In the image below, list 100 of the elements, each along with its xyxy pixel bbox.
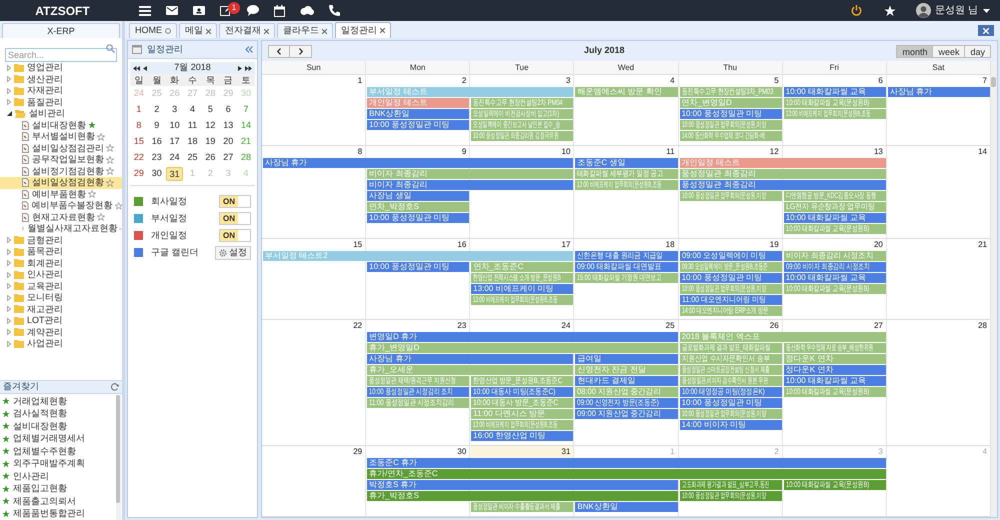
calendar-event[interactable]: 10:00 대동사 방문_조동준C xyxy=(471,398,574,408)
calendar-event[interactable]: 15:00 태화칼파씰 기정원 대면보고 xyxy=(575,272,678,283)
calendar-event[interactable]: 동산화학 우수업체 자료 송부_배성한위원 xyxy=(784,343,886,354)
calendar-event[interactable]: 사장님 휴가 xyxy=(888,87,990,97)
calendar-event[interactable]: 풍성정밀관 최종감리 xyxy=(680,180,886,190)
calendar-event[interactable]: 오성일렉에이 중간보고서 날인본 접수_송 xyxy=(471,120,574,130)
calendar-day[interactable]: 11 xyxy=(184,119,201,133)
calendar-event[interactable]: 태화칼파씰 세부평가 일정 공고 xyxy=(575,168,678,179)
calendar-event[interactable]: 13:00 비에프케이 미팅 xyxy=(471,284,574,294)
star-outline-icon[interactable] xyxy=(114,202,122,210)
calendar-day[interactable]: 17 xyxy=(166,135,184,149)
calendar-day[interactable]: 16 xyxy=(148,135,166,149)
calendar-event[interactable]: 신영전자 잔금 전달 xyxy=(575,365,678,376)
calendar-event[interactable]: 10:00 태화칼파씰 교육(문성원B) xyxy=(784,98,886,108)
calendar-day[interactable]: 19 xyxy=(202,135,219,149)
star-outline-icon[interactable] xyxy=(97,213,105,222)
calendar-event[interactable]: 해운엠에스씨 방문 확인 xyxy=(575,87,678,97)
tree-item[interactable]: 설비일상점검현황 xyxy=(0,177,122,188)
tree-item[interactable]: 재고관리 xyxy=(0,304,122,315)
calendar-event[interactable]: 10:00 풍성정밀관 시정감리 조치 xyxy=(367,387,470,398)
favorite-item[interactable]: 업체별거래명세서 xyxy=(0,432,116,445)
calendar-event[interactable]: 09:00 오성일렉에이 미팅 xyxy=(680,250,782,261)
calendar-day[interactable]: 10 xyxy=(166,119,184,133)
calendar-event[interactable]: 오성일렉에이 비전검사장비 입고(1차) xyxy=(471,109,574,119)
calendar-day[interactable]: 13 xyxy=(220,119,237,133)
tree-item[interactable]: 생산관리 xyxy=(0,74,122,85)
star-outline-icon[interactable] xyxy=(106,156,114,164)
calendar-event[interactable]: 10:00 대동사 미팅(조동준C) xyxy=(471,387,574,398)
calendar-event[interactable]: 비이자 최종감리 xyxy=(367,180,574,190)
calendar-event[interactable]: 10:00 풍성정밀관 미팅 xyxy=(680,109,782,119)
calendar-day[interactable]: 3 xyxy=(166,103,184,117)
calendar-event[interactable]: 조동준C 생일 xyxy=(575,158,678,168)
calendar-event[interactable]: 10:00 풍성정밀관 업무회의(문성원,이양 xyxy=(680,190,782,201)
tab[interactable]: HOME xyxy=(129,23,177,38)
calendar-event[interactable]: 급여일 xyxy=(575,354,678,364)
calendar-event[interactable]: 글로벌화과제 결과 발표_태화칼파씰 xyxy=(680,343,782,354)
calendar-event[interactable]: 사장님 휴가 xyxy=(263,158,574,168)
calendar-event[interactable]: 풍성정밀관 스마트공장컨설팅 신청서 제출 xyxy=(680,365,782,376)
calendar-event[interactable]: 10:00 태화칼파씰 교육(문성원B) xyxy=(784,387,886,398)
tree-item[interactable]: 회계관리 xyxy=(0,258,122,269)
avatar-icon[interactable] xyxy=(916,3,932,18)
star-outline-icon[interactable] xyxy=(119,224,122,233)
scrollbar[interactable] xyxy=(116,395,121,520)
calendar-event[interactable]: 개인일정 테스트 xyxy=(367,98,470,108)
last-page-icon[interactable] xyxy=(245,66,252,70)
calendar-day[interactable]: 23 xyxy=(148,151,166,165)
calendar-day[interactable]: 21 xyxy=(238,135,255,149)
favorite-item[interactable]: 설비대장현황 xyxy=(0,420,116,432)
calendar-day[interactable]: 24 xyxy=(166,151,184,165)
calendar-event[interactable]: 풍성정밀관,비이자 검수확인서 원본 우편 xyxy=(680,376,782,386)
calendar-event[interactable]: 14:00 동산화학 우수업체 코디 간담회-배 xyxy=(680,131,782,141)
calendar-event[interactable]: 사장님 휴가 xyxy=(367,354,574,364)
calendar-day[interactable]: 2 xyxy=(148,103,166,117)
cloud-icon[interactable] xyxy=(300,6,314,15)
calendar-event[interactable]: 10:00 풍성정밀관 미팅 xyxy=(680,398,782,408)
calendar-event[interactable]: 08:00 지원산업 중간감리 xyxy=(575,387,678,398)
expanded-arrow-icon[interactable] xyxy=(7,111,12,116)
calendar-event[interactable]: 10:00 풍성정밀관 업무회의(문성원,이양 xyxy=(680,409,782,420)
calendar-event[interactable]: 10:00 풍성정밀관 미팅 xyxy=(680,272,782,283)
tree-item[interactable]: 교육관리 xyxy=(0,280,122,292)
calendar-event[interactable]: 10:00 태화칼파씰 교육 xyxy=(784,87,886,97)
calendar-event[interactable]: 고도화과제 평가결과 발표_삼부고무,동진 xyxy=(680,480,782,490)
tab[interactable]: 일정관리 xyxy=(335,22,391,38)
view-button[interactable]: day xyxy=(965,44,991,58)
previous-button[interactable] xyxy=(268,44,290,58)
calendar-event[interactable]: 연차_변영일D xyxy=(680,98,782,108)
star-outline-icon[interactable] xyxy=(88,190,96,198)
next-icon[interactable] xyxy=(238,66,242,70)
calendar-event[interactable]: 09:00 신영전자 방문(조동준) xyxy=(575,398,678,408)
calendar-event[interactable]: 14:00 비이자 미팅 xyxy=(680,420,782,430)
tree-item[interactable]: 설비일상점검관리 xyxy=(0,142,122,154)
calendar-day[interactable]: 9 xyxy=(148,119,166,133)
tab[interactable]: 전자결재 xyxy=(219,23,275,38)
tree-item[interactable]: 예비부품수불장현황 xyxy=(0,200,122,212)
calendar-event[interactable]: 09:00 지원산업 중간감리 xyxy=(575,409,678,420)
tree-item[interactable]: 영업관리 xyxy=(0,62,122,74)
star-icon[interactable] xyxy=(884,4,896,16)
pin-icon[interactable] xyxy=(165,28,171,34)
calendar-event[interactable]: 한영산업 방문_문성원B,조동준C xyxy=(471,376,574,386)
tree-item[interactable]: 품목관리 xyxy=(0,246,122,258)
calendar-event[interactable]: 풍성정밀관 최종감리 xyxy=(680,168,886,179)
calendar-day[interactable]: 31 xyxy=(166,167,184,181)
star-outline-icon[interactable] xyxy=(106,144,114,152)
tree-item[interactable]: 품질관리 xyxy=(0,96,122,108)
search-field[interactable]: Search... xyxy=(5,48,117,62)
calendar-day[interactable]: 22 xyxy=(130,151,148,165)
toggle-switch[interactable]: ON xyxy=(219,229,251,242)
mail-icon[interactable] xyxy=(166,6,178,15)
favorite-item[interactable]: 제품출고의뢰서 xyxy=(0,495,116,508)
sidebar-tab[interactable]: X-ERP xyxy=(2,23,120,38)
power-icon[interactable] xyxy=(851,5,862,16)
star-outline-icon[interactable] xyxy=(97,132,105,141)
calendar-event[interactable]: 10:00 태화칼파씰 교육(문성원B) xyxy=(784,284,886,294)
tree-item[interactable]: 계약관리 xyxy=(0,326,122,338)
favorite-item[interactable]: 검사실적현황 xyxy=(0,408,116,420)
previous-icon[interactable] xyxy=(143,66,147,70)
calendar-event[interactable]: 한영산업 전력시스템 소개 방문_문성원B xyxy=(471,272,574,283)
tab[interactable]: 클라우드 xyxy=(277,23,333,38)
tree-item[interactable]: 설비정기점검현황 xyxy=(0,166,122,177)
first-page-icon[interactable] xyxy=(133,66,140,70)
